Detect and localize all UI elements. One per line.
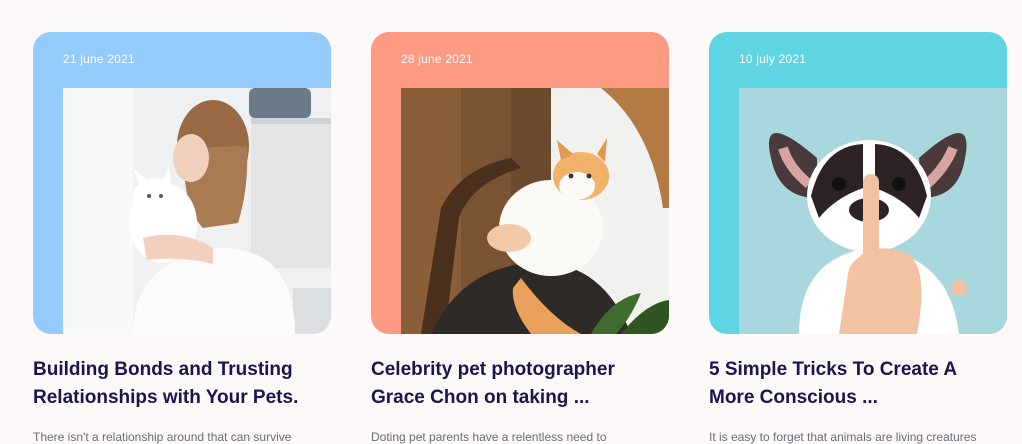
card-media[interactable]: 28 june 2021: [371, 32, 669, 334]
post-excerpt: Doting pet parents have a relentless nee…: [371, 430, 607, 444]
post-date: 10 july 2021: [739, 52, 807, 66]
blog-card-1[interactable]: 21 june 2021 Building Bonds and Trusting…: [33, 32, 331, 444]
card-media[interactable]: 10 july 2021: [709, 32, 1007, 334]
person-holding-cat-image[interactable]: [401, 88, 669, 334]
french-bulldog-image[interactable]: [739, 88, 1007, 334]
blog-card-2[interactable]: 28 june 2021 Celebrity pet photographer …: [371, 32, 669, 444]
card-media[interactable]: 21 june 2021: [33, 32, 331, 334]
post-title[interactable]: 5 Simple Tricks To Create A More Conscio…: [709, 356, 1007, 412]
post-date: 28 june 2021: [401, 52, 473, 66]
post-excerpt: There isn't a relationship around that c…: [33, 430, 292, 444]
post-title[interactable]: Celebrity pet photographer Grace Chon on…: [371, 356, 669, 412]
blog-card-3[interactable]: 10 july 2021 5 Simple Tricks To Create A…: [709, 32, 1007, 444]
woman-hugging-cat-image[interactable]: [63, 88, 331, 334]
post-date: 21 june 2021: [63, 52, 135, 66]
post-excerpt: It is easy to forget that animals are li…: [709, 430, 977, 444]
post-title[interactable]: Building Bonds and Trusting Relationship…: [33, 356, 331, 412]
